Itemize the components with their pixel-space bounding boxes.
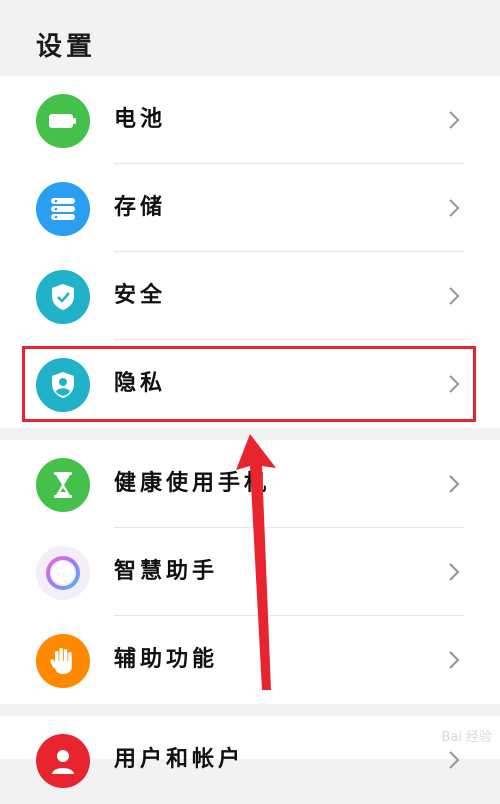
annotation-arrow-icon [236, 434, 276, 690]
watermark: Bai 经验 [441, 730, 492, 745]
